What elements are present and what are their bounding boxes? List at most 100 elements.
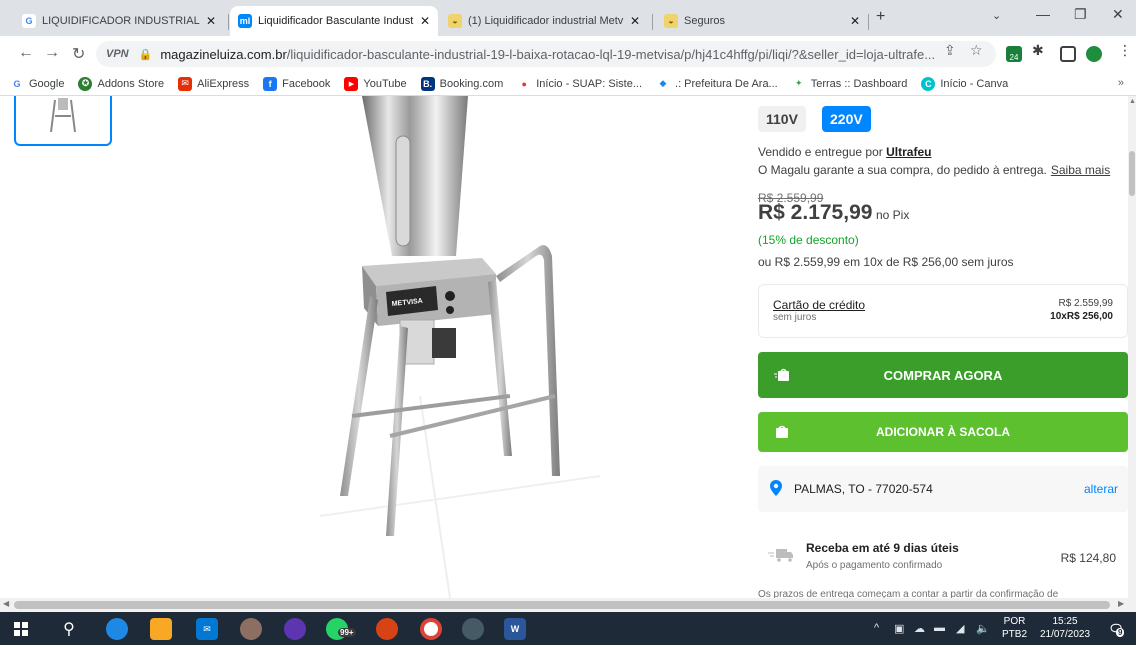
lock-icon[interactable]: 🔒 <box>139 48 153 61</box>
credit-card-price: R$ 2.559,99 <box>1058 298 1114 309</box>
notifications-icon[interactable]: 🗨 9 <box>1106 618 1126 640</box>
add-to-bag-button[interactable]: ADICIONAR À SACOLA <box>758 412 1128 452</box>
tab-magazineluiza[interactable]: ml Liquidificador Basculante Industri ✕ <box>230 6 438 36</box>
address-bar[interactable]: VPN 🔒 magazineluiza.com.br /liquidificad… <box>96 41 996 67</box>
scroll-right-arrow-icon[interactable]: ▶ <box>1118 599 1124 608</box>
scroll-left-arrow-icon[interactable]: ◀ <box>3 599 9 608</box>
windows-start-icon[interactable] <box>10 618 32 640</box>
shield-icon[interactable] <box>1086 46 1102 62</box>
bookmarks-overflow-icon[interactable]: » <box>1118 77 1124 89</box>
tab-separator <box>228 14 229 30</box>
meet-icon[interactable]: ▬ <box>934 622 945 634</box>
tab-liquidificador-facebook[interactable]: ◒ (1) Liquidificador industrial Metv ✕ <box>440 6 648 36</box>
bookmark-label: .: Prefeitura De Ara... <box>675 77 778 90</box>
side-panel-icon[interactable] <box>1060 46 1076 62</box>
tab-close-icon[interactable]: ✕ <box>630 14 640 28</box>
new-tab-button[interactable]: + <box>876 8 885 26</box>
bookmark-booking[interactable]: B. Booking.com <box>420 76 503 91</box>
file-explorer-icon[interactable] <box>150 618 172 640</box>
product-thumbnail[interactable] <box>14 96 112 146</box>
tab-search-chevron-icon[interactable]: ⌄ <box>992 9 1001 22</box>
reload-icon[interactable]: ↻ <box>72 44 85 64</box>
edge-browser-icon[interactable] <box>106 618 128 640</box>
vertical-scrollbar[interactable]: ▲ <box>1128 96 1136 598</box>
credit-card-option[interactable]: Cartão de crédito sem juros R$ 2.559,99 … <box>758 284 1128 338</box>
product-image[interactable]: METVISA <box>300 96 660 598</box>
bookmark-label: AliExpress <box>197 77 250 90</box>
whatsapp-icon[interactable]: 99+ <box>326 618 356 640</box>
tab-liquidificador-google[interactable]: G LIQUIDIFICADOR INDUSTRIAL M ✕ <box>14 6 224 36</box>
search-icon[interactable]: ⚲ <box>58 618 80 640</box>
vpn-icon[interactable]: VPN <box>106 48 129 60</box>
bookmark-terras[interactable]: ✦ Terras :: Dashboard <box>791 76 907 91</box>
bookmark-facebook[interactable]: f Facebook <box>263 76 331 91</box>
location-text: PALMAS, TO - 77020-574 <box>794 482 933 496</box>
bookmark-google[interactable]: G Google <box>10 76 64 91</box>
input-language[interactable]: POR PTB2 <box>1002 615 1027 641</box>
bookmark-suap[interactable]: ● Início - SUAP: Siste... <box>517 76 642 91</box>
bookmark-addons-store[interactable]: ✪ Addons Store <box>78 76 164 91</box>
voltage-220v-option[interactable]: 220V <box>822 106 871 132</box>
forward-icon[interactable]: → <box>44 44 60 62</box>
bookmark-label: Facebook <box>282 77 331 90</box>
tab-close-icon[interactable]: ✕ <box>420 14 430 28</box>
hat-icon: ◒ <box>448 14 462 28</box>
restore-icon[interactable]: ❐ <box>1074 6 1087 23</box>
tab-close-icon[interactable]: ✕ <box>850 14 860 28</box>
tab-close-icon[interactable]: ✕ <box>206 14 216 28</box>
system-clock[interactable]: 15:25 21/07/2023 <box>1036 615 1094 641</box>
volume-icon[interactable]: 🔈 <box>976 622 990 635</box>
tray-expand-icon[interactable]: ^ <box>874 622 879 634</box>
avatar-app-icon[interactable] <box>240 618 262 640</box>
bookmark-aliexpress[interactable]: ✉ AliExpress <box>178 76 250 91</box>
onedrive-icon[interactable]: ☁ <box>914 622 925 635</box>
url-path: /liquidificador-basculante-industrial-19… <box>286 46 936 62</box>
tab-separator <box>868 14 869 30</box>
close-window-icon[interactable]: ✕ <box>1112 6 1124 23</box>
credit-card-title[interactable]: Cartão de crédito <box>773 298 865 312</box>
tab-label: LIQUIDIFICADOR INDUSTRIAL M <box>42 15 200 27</box>
extensions-puzzle-icon[interactable]: ✱ <box>1032 42 1044 59</box>
word-icon[interactable]: W <box>504 618 526 640</box>
youtube-icon: ▶ <box>344 76 359 91</box>
blender-thumbnail-icon <box>50 98 76 133</box>
horizontal-scrollbar[interactable]: ◀ ▶ <box>0 598 1136 612</box>
horizontal-scroll-thumb[interactable] <box>14 601 1110 609</box>
minimize-icon[interactable]: — <box>1036 6 1050 22</box>
bookmark-youtube[interactable]: ▶ YouTube <box>344 76 407 91</box>
chrome-icon[interactable] <box>420 618 442 640</box>
suap-icon: ● <box>517 76 532 91</box>
bookmark-canva[interactable]: C Início - Canva <box>921 76 1008 91</box>
tray-app-icon[interactable]: ▣ <box>894 622 904 635</box>
tab-seguros[interactable]: ◒ Seguros ✕ <box>656 6 868 36</box>
addons-store-icon: ✪ <box>78 76 93 91</box>
seller-name-link[interactable]: Ultrafeu <box>886 145 931 159</box>
app-purple-icon[interactable] <box>284 618 306 640</box>
terras-icon: ✦ <box>791 76 806 91</box>
back-icon[interactable]: ← <box>18 44 34 62</box>
learn-more-link[interactable]: Saiba mais <box>1051 163 1110 177</box>
voltage-110v-option[interactable]: 110V <box>758 106 806 132</box>
app-gray-icon[interactable] <box>462 618 484 640</box>
windows-taskbar: ⚲ ✉ 99+ W ^ ▣ ☁ ▬ ◢ 🔈 POR PTB2 15:25 21/… <box>0 612 1136 645</box>
hat-icon: ◒ <box>664 14 678 28</box>
guarantee-message: O Magalu garante a sua compra, do pedido… <box>758 163 1047 177</box>
bookmark-prefeitura[interactable]: ◆ .: Prefeitura De Ara... <box>656 76 778 91</box>
prefeitura-icon: ◆ <box>656 76 671 91</box>
scroll-up-arrow-icon[interactable]: ▲ <box>1129 98 1136 105</box>
tab-label: Seguros <box>684 15 725 27</box>
share-icon[interactable]: ⇪ <box>944 42 956 59</box>
vertical-scroll-thumb[interactable] <box>1129 151 1135 196</box>
extension-badge-icon[interactable]: 24 <box>1006 46 1022 62</box>
mail-icon[interactable]: ✉ <box>196 618 218 640</box>
delivery-title: Receba em até 9 dias úteis <box>806 541 959 555</box>
change-location-link[interactable]: alterar <box>1084 482 1118 496</box>
browser-tab-strip: G LIQUIDIFICADOR INDUSTRIAL M ✕ ml Liqui… <box>0 0 1136 36</box>
menu-kebab-icon[interactable]: ⋮ <box>1118 42 1132 59</box>
buy-now-button[interactable]: COMPRAR AGORA <box>758 352 1128 398</box>
pinned-app-icon[interactable] <box>376 618 398 640</box>
wifi-icon[interactable]: ◢ <box>956 622 964 635</box>
shopping-bag-icon <box>776 425 788 438</box>
tab-separator <box>652 14 653 30</box>
bookmark-star-icon[interactable]: ☆ <box>970 42 983 59</box>
